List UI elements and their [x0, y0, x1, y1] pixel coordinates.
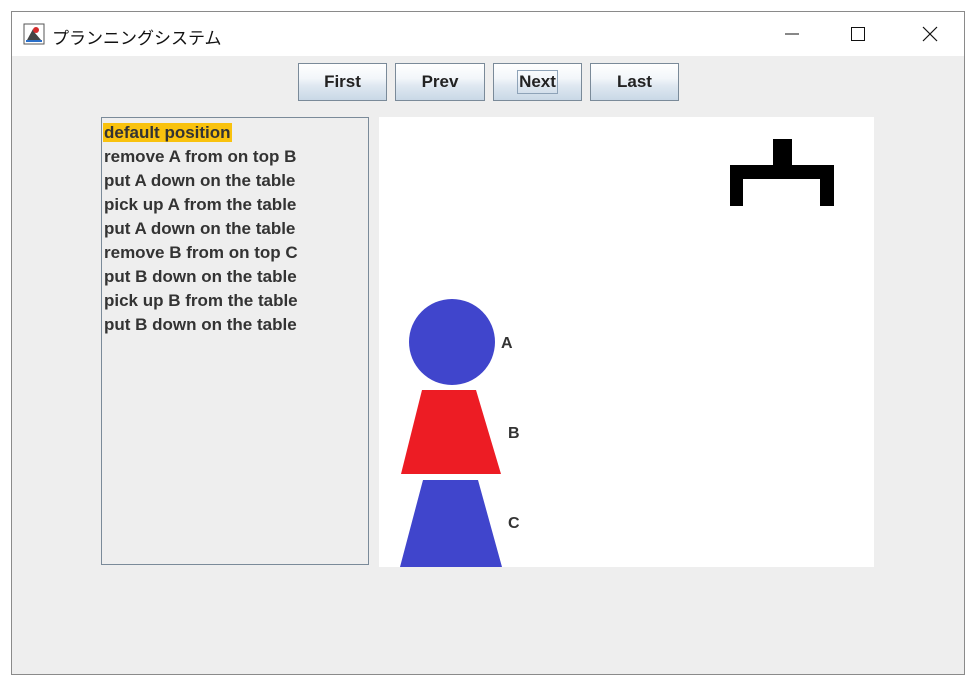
prev-button[interactable]: Prev [395, 63, 485, 101]
last-button-label: Last [617, 72, 652, 91]
title-bar: プランニングシステム [12, 12, 964, 56]
step-label: put A down on the table [104, 171, 296, 190]
step-item[interactable]: remove B from on top C [102, 241, 368, 265]
prev-button-label: Prev [421, 72, 459, 91]
block-b [401, 390, 501, 474]
step-item[interactable]: put A down on the table [102, 169, 368, 193]
next-button[interactable]: Next [493, 63, 582, 101]
block-c-label: C [508, 515, 520, 532]
step-item[interactable]: put B down on the table [102, 313, 368, 337]
step-item[interactable]: put B down on the table [102, 265, 368, 289]
close-button[interactable] [907, 12, 953, 56]
step-item[interactable]: remove A from on top B [102, 145, 368, 169]
block-a-label: A [501, 335, 513, 352]
block-b-label: B [508, 425, 520, 442]
step-label: put B down on the table [104, 315, 297, 334]
app-window: プランニングシステム First Prev Next Last default [11, 11, 965, 675]
minimize-button[interactable] [769, 12, 815, 56]
step-label: pick up A from the table [104, 195, 297, 214]
first-button[interactable]: First [298, 63, 387, 101]
step-list[interactable]: default position remove A from on top B … [101, 117, 369, 565]
java-app-icon [23, 23, 45, 45]
last-button[interactable]: Last [590, 63, 679, 101]
step-label: remove B from on top C [104, 243, 298, 262]
step-item[interactable]: put A down on the table [102, 217, 368, 241]
step-label: default position [103, 123, 232, 142]
next-button-label: Next [517, 70, 558, 94]
maximize-icon [851, 27, 865, 41]
blocks-world-canvas: A B C [379, 117, 874, 567]
step-item[interactable]: pick up A from the table [102, 193, 368, 217]
step-item[interactable]: default position [102, 121, 368, 145]
minimize-icon [785, 33, 799, 35]
step-label: put B down on the table [104, 267, 297, 286]
gripper-icon [730, 139, 834, 206]
maximize-button[interactable] [835, 12, 881, 56]
block-a [409, 299, 495, 385]
step-item[interactable]: pick up B from the table [102, 289, 368, 313]
close-icon [922, 26, 938, 42]
window-title: プランニングシステム [52, 29, 222, 49]
block-c [400, 480, 502, 567]
step-label: put A down on the table [104, 219, 296, 238]
step-label: remove A from on top B [104, 147, 297, 166]
first-button-label: First [324, 72, 361, 91]
step-label: pick up B from the table [104, 291, 298, 310]
